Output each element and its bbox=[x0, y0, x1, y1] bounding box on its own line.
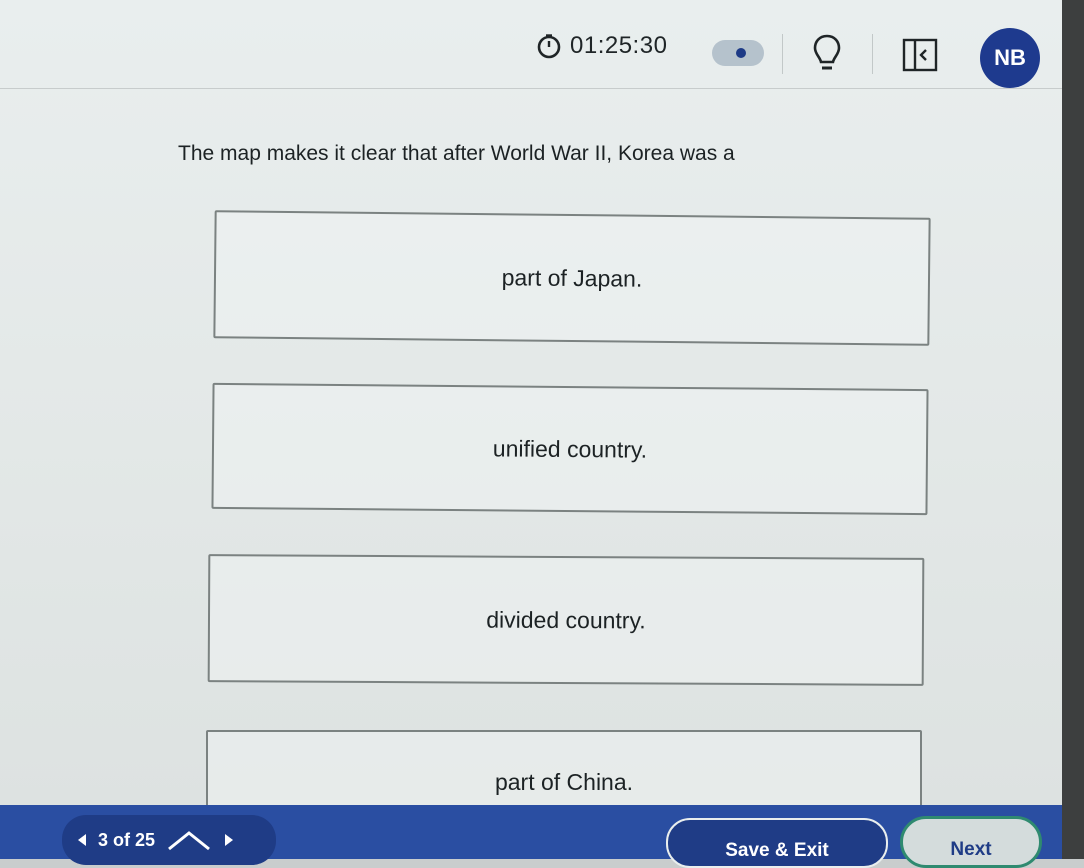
collapse-panel-icon[interactable] bbox=[902, 38, 938, 72]
answer-choice-label: unified country. bbox=[492, 434, 648, 463]
divider bbox=[782, 34, 783, 74]
question-counter: 3 of 25 bbox=[98, 829, 156, 850]
screen-bezel bbox=[1062, 0, 1084, 859]
answer-choice-label: part of China. bbox=[494, 769, 634, 795]
next-button[interactable]: Next bbox=[900, 816, 1042, 868]
toggle-knob bbox=[736, 48, 746, 58]
answer-choice-1[interactable]: part of Japan. bbox=[213, 210, 931, 346]
app-screen: 01:25:30 NB The map makes it clear that … bbox=[0, 0, 1062, 820]
save-exit-button[interactable]: Save & Exit bbox=[666, 818, 888, 868]
timer: 01:25:30 bbox=[536, 30, 667, 62]
timer-toggle[interactable] bbox=[712, 40, 764, 66]
timer-icon bbox=[537, 34, 561, 59]
question-navigator[interactable]: 3 of 25 bbox=[62, 815, 276, 865]
chevron-up-icon[interactable] bbox=[165, 829, 213, 851]
chevron-left-icon[interactable] bbox=[76, 833, 88, 847]
timer-text: 01:25:30 bbox=[570, 32, 668, 59]
chevron-right-icon[interactable] bbox=[223, 833, 235, 847]
answer-choice-2[interactable]: unified country. bbox=[211, 382, 929, 516]
answer-choice-3[interactable]: divided country. bbox=[207, 554, 925, 686]
answer-choice-label: part of Japan. bbox=[501, 263, 643, 292]
lightbulb-icon[interactable] bbox=[812, 32, 842, 74]
top-toolbar: 01:25:30 NB bbox=[0, 0, 1062, 89]
answer-choice-label: divided country. bbox=[486, 606, 646, 633]
user-avatar[interactable]: NB bbox=[980, 28, 1040, 88]
divider bbox=[872, 34, 873, 74]
question-text: The map makes it clear that after World … bbox=[178, 142, 735, 165]
